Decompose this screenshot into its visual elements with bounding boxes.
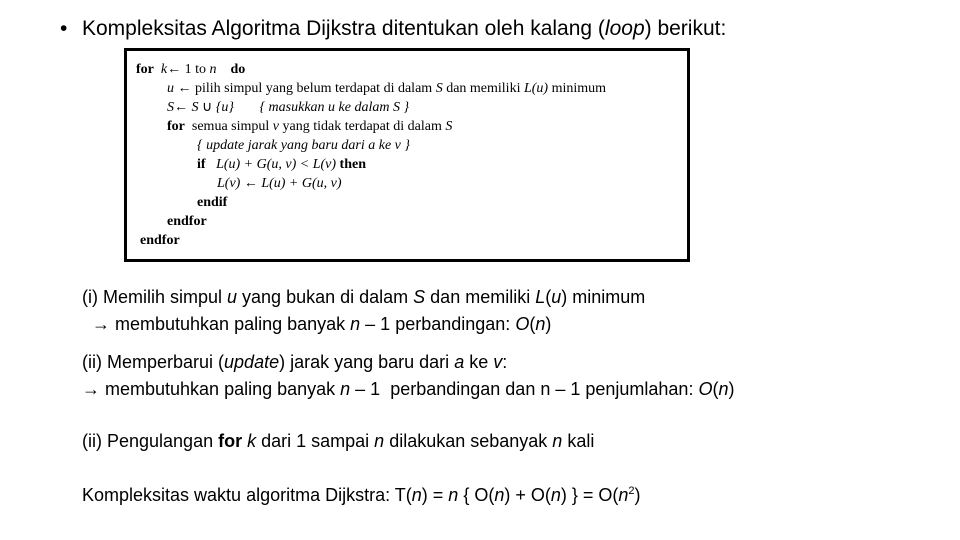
- text: dan memiliki: [425, 287, 536, 307]
- text: Kompleksitas waktu algoritma Dijkstra: T…: [82, 485, 412, 505]
- text: minimum: [567, 287, 646, 307]
- keyword-for: for: [136, 62, 154, 77]
- text: (ii) Pengulangan: [82, 431, 219, 451]
- var-n: n: [448, 485, 459, 505]
- var-u: u: [551, 287, 562, 307]
- assign-arrow: ←: [174, 100, 188, 115]
- condition-expr: L(u) + G(u, v) < L(v): [216, 157, 337, 172]
- algo-text: minimum: [551, 81, 607, 96]
- var-n: n: [535, 314, 546, 334]
- var-v: v: [493, 352, 503, 372]
- var-n: n: [411, 485, 422, 505]
- algo-text: dan memiliki: [446, 81, 521, 96]
- text: – 1 perbandingan dan n – 1 penjumlahan:: [350, 379, 699, 399]
- var-S: S: [413, 287, 426, 307]
- text: (i) Memilih simpul: [82, 287, 228, 307]
- algo-line-1: for k← 1 to n do: [136, 60, 245, 79]
- var-n: n: [350, 314, 361, 334]
- text: ) jarak yang baru dari: [279, 352, 455, 372]
- algo-line-8: endif: [197, 195, 228, 210]
- text: ) =: [421, 485, 449, 505]
- point-2-line-1: (ii) Memperbarui (update) jarak yang bar…: [82, 350, 507, 374]
- point-3: (ii) Pengulangan for k dari 1 sampai n d…: [82, 429, 594, 453]
- text: ): [634, 485, 641, 505]
- big-o: O: [515, 314, 530, 334]
- var-n: n: [550, 485, 561, 505]
- text: membutuhkan paling banyak: [110, 314, 351, 334]
- text: dilakukan sebanyak: [384, 431, 553, 451]
- algo-line-2: u ← pilih simpul yang belum terdapat di …: [167, 79, 606, 98]
- text: (ii) Memperbarui (: [82, 352, 225, 372]
- algo-line-3: S← S ∪ {u} { masukkan u ke dalam S }: [167, 98, 409, 117]
- algo-text: semua simpul: [191, 119, 270, 134]
- text: ke: [464, 352, 494, 372]
- text: membutuhkan paling banyak: [100, 379, 341, 399]
- algo-comment: { masukkan u ke dalam S }: [259, 100, 410, 115]
- arrow-right-icon: →: [92, 314, 110, 334]
- var-v: v: [272, 119, 279, 134]
- text: yang bukan di dalam: [237, 287, 414, 307]
- algo-text: pilih simpul yang belum terdapat di dala…: [195, 81, 433, 96]
- algo-line-4: for semua simpul v yang tidak terdapat d…: [167, 117, 452, 136]
- var-u: u: [227, 287, 238, 307]
- italic-update: update: [224, 352, 280, 372]
- assign-arrow: ←: [177, 81, 192, 96]
- title-prefix: Kompleksitas Algoritma Dijkstra ditentuk…: [82, 17, 605, 40]
- var-S: S: [191, 100, 199, 115]
- algo-line-10: endfor: [140, 233, 180, 248]
- text: :: [502, 352, 508, 372]
- var-n: n: [618, 485, 629, 505]
- keyword-do: do: [230, 62, 246, 77]
- bullet-icon: •: [60, 17, 68, 40]
- var-S: S: [445, 119, 453, 134]
- point-2-line-2: → membutuhkan paling banyak n – 1 perban…: [82, 377, 734, 401]
- text: kali: [562, 431, 595, 451]
- text: ) + O(: [504, 485, 551, 505]
- keyword-for: for: [218, 431, 243, 451]
- var-L: L: [535, 287, 546, 307]
- var-n: n: [374, 431, 385, 451]
- big-o: O: [698, 379, 713, 399]
- union-symbol: ∪: [202, 100, 213, 115]
- range-text: 1 to: [184, 62, 206, 77]
- set-u: {u}: [215, 100, 234, 115]
- text: { O(: [458, 485, 495, 505]
- algo-line-7: L(v) ← L(u) + G(u, v): [217, 176, 342, 191]
- var-n: n: [340, 379, 351, 399]
- var-S: S: [167, 100, 174, 115]
- keyword-if: if: [197, 157, 206, 172]
- var-n: n: [494, 485, 505, 505]
- title-italic-loop: loop: [604, 17, 645, 40]
- algo-text: yang tidak terdapat di dalam: [282, 119, 442, 134]
- var-k: k: [247, 431, 257, 451]
- algorithm-box: for k← 1 to n do u ← pilih simpul yang b…: [124, 48, 690, 262]
- var-n: n: [718, 379, 729, 399]
- text: dari 1 sampai: [256, 431, 375, 451]
- algo-line-6: if L(u) + G(u, v) < L(v) then: [197, 155, 366, 174]
- expr-Lu: L(u): [523, 81, 549, 96]
- paren: ): [545, 314, 552, 334]
- assign-arrow: ←: [167, 62, 182, 77]
- var-a: a: [454, 352, 465, 372]
- paren: ): [728, 379, 735, 399]
- var-n: n: [552, 431, 563, 451]
- keyword-then: then: [339, 157, 366, 172]
- title-suffix: ) berikut:: [644, 17, 727, 40]
- text: ) } = O(: [560, 485, 619, 505]
- slide-title: • Kompleksitas Algoritma Dijkstra ditentu…: [60, 14, 726, 44]
- var-n: n: [209, 62, 217, 77]
- var-u: u: [167, 81, 174, 96]
- var-S: S: [435, 81, 443, 96]
- algo-line-9: endfor: [167, 214, 207, 229]
- point-1-line-2: → membutuhkan paling banyak n – 1 perban…: [92, 312, 551, 336]
- arrow-right-icon: →: [82, 379, 100, 399]
- keyword-for: for: [167, 119, 185, 134]
- complexity-conclusion: Kompleksitas waktu algoritma Dijkstra: T…: [82, 483, 641, 507]
- text: – 1 perbandingan:: [360, 314, 516, 334]
- algo-line-5: { update jarak yang baru dari a ke v }: [197, 138, 410, 153]
- point-1-line-1: (i) Memilih simpul u yang bukan di dalam…: [82, 285, 645, 309]
